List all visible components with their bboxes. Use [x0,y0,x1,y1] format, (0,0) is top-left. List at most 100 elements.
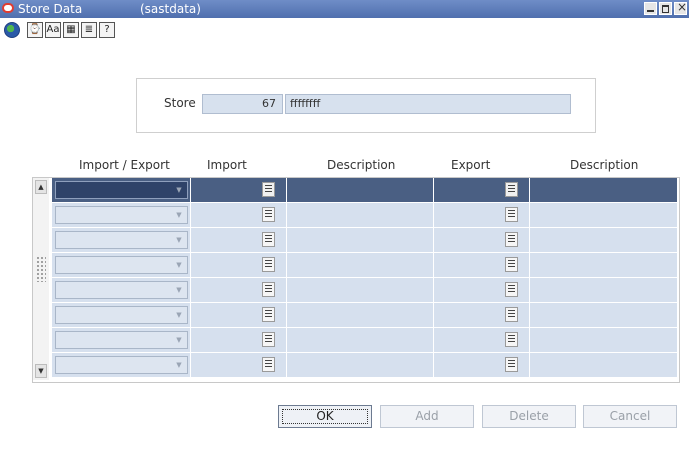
import-export-combo[interactable]: ▼ [55,306,188,324]
export-cell[interactable] [434,253,530,277]
export-description-cell[interactable] [530,278,678,302]
table-row[interactable]: ▼ [52,253,678,278]
export-description-cell[interactable] [530,228,678,252]
header-export-description: Description [570,158,639,172]
table-row[interactable]: ▼ [52,278,678,303]
import-cell[interactable] [191,303,287,327]
store-number-field[interactable]: 67 [202,94,283,114]
import-export-cell[interactable]: ▼ [52,203,191,227]
query-icon[interactable]: ? [99,22,115,38]
export-lov-icon[interactable] [505,357,518,372]
chevron-down-icon[interactable]: ▼ [172,308,186,322]
import-export-cell[interactable]: ▼ [52,253,191,277]
import-description-cell[interactable] [287,253,434,277]
import-lov-icon[interactable] [262,232,275,247]
export-description-cell[interactable] [530,328,678,352]
import-description-cell[interactable] [287,228,434,252]
import-export-cell[interactable]: ▼ [52,328,191,352]
import-description-cell[interactable] [287,328,434,352]
table-row[interactable]: ▼ [52,328,678,353]
window-title: Store Data [18,2,83,16]
export-description-cell[interactable] [530,203,678,227]
ok-button[interactable]: OK [278,405,372,428]
import-export-cell[interactable]: ▼ [52,303,191,327]
calendar-icon[interactable]: ▦ [63,22,79,38]
import-description-cell[interactable] [287,203,434,227]
import-export-combo[interactable]: ▼ [55,206,188,224]
export-description-cell[interactable] [530,353,678,377]
cancel-button[interactable]: Cancel [583,405,677,428]
scroll-down-icon[interactable]: ▼ [35,364,47,378]
chevron-down-icon[interactable]: ▼ [172,333,186,347]
table-scrollbar[interactable]: ▲ ▼ [33,178,49,380]
table-row[interactable]: ▼ [52,178,678,203]
help-icon[interactable]: ⌚ [27,22,43,38]
import-cell[interactable] [191,228,287,252]
import-export-combo[interactable]: ▼ [55,331,188,349]
import-export-combo[interactable]: ▼ [55,181,188,199]
scroll-up-icon[interactable]: ▲ [35,180,47,194]
import-export-combo[interactable]: ▼ [55,256,188,274]
chevron-down-icon[interactable]: ▼ [172,208,186,222]
import-export-combo[interactable]: ▼ [55,231,188,249]
export-cell[interactable] [434,353,530,377]
table-row[interactable]: ▼ [52,228,678,253]
globe-icon[interactable] [4,22,20,38]
import-lov-icon[interactable] [262,257,275,272]
export-cell[interactable] [434,178,530,202]
delete-button[interactable]: Delete [482,405,576,428]
export-description-cell[interactable] [530,178,678,202]
import-description-cell[interactable] [287,278,434,302]
import-export-cell[interactable]: ▼ [52,278,191,302]
spellcheck-icon[interactable]: Aa [45,22,61,38]
export-description-cell[interactable] [530,303,678,327]
import-export-cell[interactable]: ▼ [52,353,191,377]
notes-icon[interactable]: ≣ [81,22,97,38]
import-description-cell[interactable] [287,178,434,202]
import-lov-icon[interactable] [262,357,275,372]
export-lov-icon[interactable] [505,307,518,322]
import-lov-icon[interactable] [262,182,275,197]
chevron-down-icon[interactable]: ▼ [172,258,186,272]
import-lov-icon[interactable] [262,282,275,297]
export-cell[interactable] [434,303,530,327]
minimize-icon[interactable] [644,2,657,15]
import-cell[interactable] [191,253,287,277]
export-cell[interactable] [434,278,530,302]
import-lov-icon[interactable] [262,307,275,322]
import-cell[interactable] [191,278,287,302]
export-cell[interactable] [434,328,530,352]
export-lov-icon[interactable] [505,257,518,272]
table-row[interactable]: ▼ [52,353,678,378]
chevron-down-icon[interactable]: ▼ [172,358,186,372]
export-cell[interactable] [434,228,530,252]
export-description-cell[interactable] [530,253,678,277]
table-row[interactable]: ▼ [52,303,678,328]
import-export-combo[interactable]: ▼ [55,281,188,299]
import-lov-icon[interactable] [262,207,275,222]
maximize-icon[interactable] [659,2,672,15]
import-export-cell[interactable]: ▼ [52,228,191,252]
import-description-cell[interactable] [287,353,434,377]
import-cell[interactable] [191,353,287,377]
table-row[interactable]: ▼ [52,203,678,228]
import-export-cell[interactable]: ▼ [52,178,191,202]
export-lov-icon[interactable] [505,282,518,297]
chevron-down-icon[interactable]: ▼ [172,283,186,297]
import-export-combo[interactable]: ▼ [55,356,188,374]
import-cell[interactable] [191,328,287,352]
export-lov-icon[interactable] [505,207,518,222]
export-lov-icon[interactable] [505,232,518,247]
export-lov-icon[interactable] [505,182,518,197]
chevron-down-icon[interactable]: ▼ [172,233,186,247]
import-lov-icon[interactable] [262,332,275,347]
export-lov-icon[interactable] [505,332,518,347]
chevron-down-icon[interactable]: ▼ [172,183,186,197]
import-cell[interactable] [191,178,287,202]
add-button[interactable]: Add [380,405,474,428]
import-cell[interactable] [191,203,287,227]
close-icon[interactable] [674,0,687,15]
import-description-cell[interactable] [287,303,434,327]
export-cell[interactable] [434,203,530,227]
scroll-grip[interactable] [36,256,46,282]
